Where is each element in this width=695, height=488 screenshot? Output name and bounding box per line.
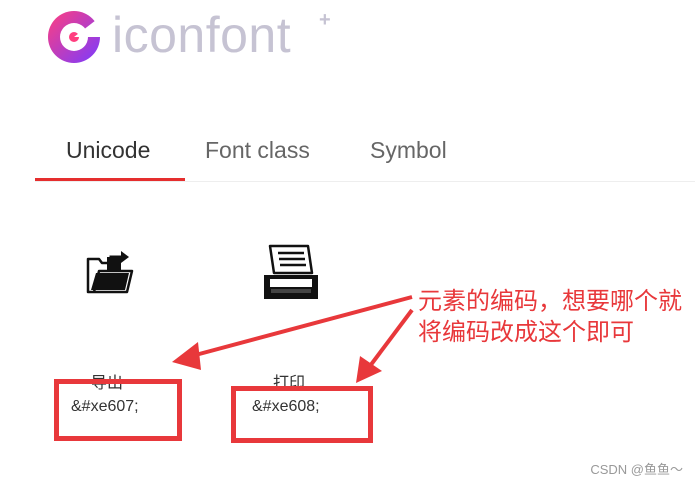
highlight-box-print-code: [231, 386, 373, 443]
watermark: CSDN @鱼鱼～: [590, 462, 683, 477]
icon-item-print[interactable]: [262, 243, 320, 301]
annotation-line-2: 将编码改成这个即可: [418, 318, 634, 346]
annotation-text: 元素的编码，想要哪个就 将编码改成这个即可: [418, 286, 695, 348]
annotation-line-1: 元素的编码，想要哪个就: [418, 287, 682, 315]
brand-name: iconfont: [112, 7, 292, 63]
arrow-head-export: [172, 342, 201, 370]
arrow-head-print: [356, 356, 382, 383]
export-folder-icon: [86, 251, 134, 294]
tab-unicode[interactable]: Unicode: [66, 127, 150, 180]
arrow-to-print-code: [365, 308, 414, 372]
tabs-divider: [35, 181, 695, 182]
brand-plus: +: [319, 9, 331, 31]
tab-font-class[interactable]: Font class: [205, 127, 310, 180]
tab-symbol[interactable]: Symbol: [370, 127, 447, 180]
arrow-to-export-code: [187, 295, 413, 359]
highlight-box-export-code: [54, 379, 182, 441]
iconfont-logo-icon: [48, 11, 100, 63]
icon-item-export[interactable]: [85, 247, 135, 297]
printer-icon: [264, 244, 318, 299]
